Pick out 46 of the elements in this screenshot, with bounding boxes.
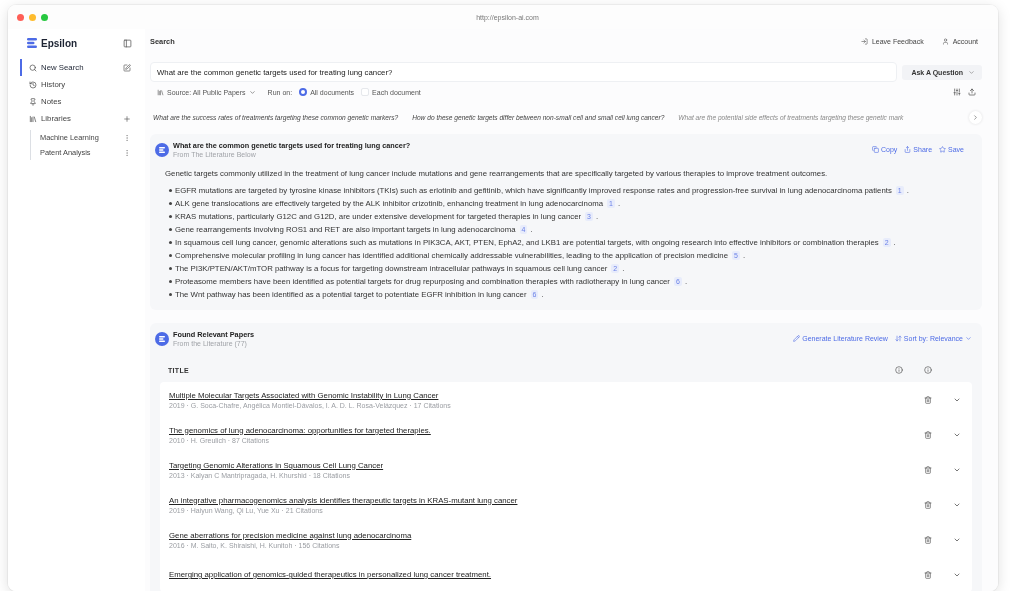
pencil-icon [793, 335, 801, 342]
plus-icon[interactable] [123, 114, 131, 123]
chevron-right-icon [972, 113, 979, 121]
star-icon [939, 146, 947, 153]
bullet-dot-icon [169, 215, 172, 218]
compose-icon[interactable] [123, 63, 131, 72]
sort-icon [894, 335, 902, 342]
copy-icon [872, 146, 879, 153]
chevron-down-icon [968, 68, 975, 76]
user-icon [941, 37, 949, 45]
bullet-dot-icon [169, 280, 172, 283]
trash-icon[interactable] [923, 500, 932, 509]
more-icon[interactable] [123, 133, 131, 142]
pin-icon [29, 97, 37, 106]
upload-icon[interactable] [968, 88, 976, 96]
bullet-dot-icon [169, 293, 172, 296]
arrow-into-box-icon [860, 37, 868, 45]
bullet-dot-icon [169, 267, 172, 270]
search-icon [29, 63, 37, 72]
sliders-icon[interactable] [953, 88, 961, 96]
trash-icon[interactable] [923, 395, 932, 404]
logo-avatar-icon [155, 331, 169, 346]
logo-avatar-icon [155, 142, 169, 157]
info-icon[interactable] [923, 366, 932, 374]
trash-icon[interactable] [923, 430, 932, 439]
chevron-down-icon [965, 335, 972, 342]
bullet-dot-icon [169, 202, 172, 205]
zoom-window-icon[interactable] [41, 13, 48, 21]
bullet-dot-icon [169, 241, 172, 244]
more-icon[interactable] [123, 148, 131, 157]
bullet-dot-icon [169, 228, 172, 231]
info-icon[interactable] [894, 366, 903, 374]
books-icon [157, 88, 164, 96]
history-icon [29, 80, 37, 89]
trash-icon[interactable] [923, 535, 932, 544]
bullet-dot-icon [169, 189, 172, 192]
trash-icon[interactable] [923, 465, 932, 474]
brand-name: Epsilon [41, 37, 78, 49]
books-icon [29, 114, 37, 123]
logo-icon [27, 38, 37, 48]
chevron-down-icon [248, 88, 256, 96]
sidebar-toggle-icon[interactable] [123, 38, 132, 48]
bullet-dot-icon [169, 254, 172, 257]
trash-icon[interactable] [923, 570, 932, 579]
share-icon [904, 146, 912, 153]
close-window-icon[interactable] [17, 13, 24, 21]
